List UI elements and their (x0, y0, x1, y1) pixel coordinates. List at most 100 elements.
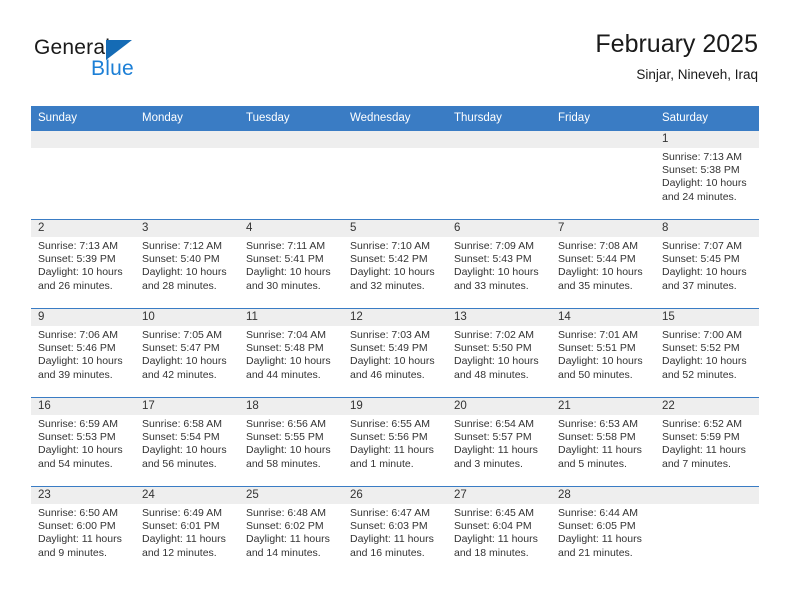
sun-times-line: Daylight: 10 hours (558, 355, 643, 368)
calendar-empty-cell (655, 486, 759, 575)
calendar-week-row: 1 Sunrise: 7:13 AM Sunset: 5:38 PM Daylight… (31, 130, 759, 220)
sun-times-line: Sunset: 5:40 PM (142, 253, 220, 266)
calendar-day-cell[interactable]: 21 Sunrise: 6:53 AM Sunset: 5:58 PM Dayligh… (551, 397, 655, 487)
calendar-day-cell[interactable]: 3 Sunrise: 7:12 AM Sunset: 5:40 PM Daylight… (135, 219, 239, 309)
calendar-day-cell[interactable]: 28 Sunrise: 6:44 AM Sunset: 6:05 PM Dayligh… (551, 486, 655, 575)
day-cell-inner: 25 Sunrise: 6:48 AM Sunset: 6:02 PM Dayligh… (239, 487, 343, 575)
calendar-day-cell[interactable]: 17 Sunrise: 6:58 AM Sunset: 5:54 PM Dayligh… (135, 397, 239, 487)
sun-times-block (447, 148, 551, 151)
day-number (655, 487, 759, 504)
calendar-day-cell[interactable]: 10 Sunrise: 7:05 AM Sunset: 5:47 PM Dayligh… (135, 308, 239, 398)
sun-times-block: Sunrise: 6:54 AM Sunset: 5:57 PM Daylight:… (447, 415, 551, 471)
sun-times-line: Sunset: 5:51 PM (558, 342, 636, 355)
sun-times-line: Sunrise: 6:48 AM (246, 507, 326, 519)
sun-times-line: Sunrise: 7:06 AM (38, 329, 118, 341)
calendar-day-cell[interactable]: 27 Sunrise: 6:45 AM Sunset: 6:04 PM Dayligh… (447, 486, 551, 575)
calendar-day-cell[interactable]: 15 Sunrise: 7:00 AM Sunset: 5:52 PM Dayligh… (655, 308, 759, 398)
calendar-empty-cell (135, 130, 239, 220)
sun-times-line: Sunset: 5:50 PM (454, 342, 532, 355)
sun-times-line: Sunrise: 7:13 AM (662, 151, 742, 163)
sun-times-line: Sunrise: 7:07 AM (662, 240, 742, 252)
weekday-header-friday: Friday (551, 106, 655, 131)
calendar-day-cell[interactable]: 6 Sunrise: 7:09 AM Sunset: 5:43 PM Daylight… (447, 219, 551, 309)
sun-times-line: Sunrise: 6:44 AM (558, 507, 638, 519)
day-cell-inner (239, 131, 343, 219)
sun-times-line: Sunset: 5:47 PM (142, 342, 220, 355)
calendar-day-cell[interactable]: 13 Sunrise: 7:02 AM Sunset: 5:50 PM Dayligh… (447, 308, 551, 398)
sun-times-line: Sunrise: 7:02 AM (454, 329, 534, 341)
sun-times-block: Sunrise: 7:09 AM Sunset: 5:43 PM Daylight:… (447, 237, 551, 293)
calendar-day-cell[interactable]: 26 Sunrise: 6:47 AM Sunset: 6:03 PM Dayligh… (343, 486, 447, 575)
weekday-header-saturday: Saturday (655, 106, 759, 131)
sun-times-block: Sunrise: 7:03 AM Sunset: 5:49 PM Daylight:… (343, 326, 447, 382)
day-cell-inner: 2 Sunrise: 7:13 AM Sunset: 5:39 PM Daylight… (31, 220, 135, 308)
calendar-week-row: 9 Sunrise: 7:06 AM Sunset: 5:46 PM Daylight… (31, 308, 759, 398)
day-number: 26 (343, 487, 447, 504)
day-number: 15 (655, 309, 759, 326)
day-number: 27 (447, 487, 551, 504)
sun-times-line: Sunrise: 6:56 AM (246, 418, 326, 430)
sun-times-line: Sunset: 5:41 PM (246, 253, 324, 266)
calendar-day-cell[interactable]: 24 Sunrise: 6:49 AM Sunset: 6:01 PM Dayligh… (135, 486, 239, 575)
day-cell-inner: 1 Sunrise: 7:13 AM Sunset: 5:38 PM Daylight… (655, 131, 759, 219)
day-number: 5 (343, 220, 447, 237)
calendar-day-cell[interactable]: 18 Sunrise: 6:56 AM Sunset: 5:55 PM Dayligh… (239, 397, 343, 487)
day-number: 23 (31, 487, 135, 504)
day-cell-inner: 23 Sunrise: 6:50 AM Sunset: 6:00 PM Dayligh… (31, 487, 135, 575)
day-number: 2 (31, 220, 135, 237)
weekday-header-tuesday: Tuesday (239, 106, 343, 131)
calendar-empty-cell (447, 130, 551, 220)
sun-times-line: and 5 minutes. (558, 457, 627, 470)
sun-times-block: Sunrise: 7:07 AM Sunset: 5:45 PM Daylight:… (655, 237, 759, 293)
sun-times-block: Sunrise: 6:52 AM Sunset: 5:59 PM Daylight:… (655, 415, 759, 471)
sun-times-line: Sunrise: 7:03 AM (350, 329, 430, 341)
calendar-day-cell[interactable]: 14 Sunrise: 7:01 AM Sunset: 5:51 PM Dayligh… (551, 308, 655, 398)
sun-times-line: Daylight: 11 hours (558, 533, 642, 546)
day-number: 4 (239, 220, 343, 237)
calendar-day-cell[interactable]: 1 Sunrise: 7:13 AM Sunset: 5:38 PM Daylight… (655, 130, 759, 220)
sun-times-line: Daylight: 11 hours (662, 444, 746, 457)
calendar-day-cell[interactable]: 8 Sunrise: 7:07 AM Sunset: 5:45 PM Daylight… (655, 219, 759, 309)
sun-times-line: Sunrise: 6:52 AM (662, 418, 742, 430)
sun-times-line: Daylight: 10 hours (350, 355, 435, 368)
calendar-day-cell[interactable]: 11 Sunrise: 7:04 AM Sunset: 5:48 PM Dayligh… (239, 308, 343, 398)
day-cell-inner: 22 Sunrise: 6:52 AM Sunset: 5:59 PM Dayligh… (655, 398, 759, 486)
title-block: February 2025 Sinjar, Nineveh, Iraq (595, 28, 758, 85)
calendar-day-cell[interactable]: 12 Sunrise: 7:03 AM Sunset: 5:49 PM Dayligh… (343, 308, 447, 398)
calendar-day-cell[interactable]: 7 Sunrise: 7:08 AM Sunset: 5:44 PM Daylight… (551, 219, 655, 309)
sun-times-line: and 37 minutes. (662, 279, 737, 292)
sun-times-line: Sunrise: 7:08 AM (558, 240, 638, 252)
day-number: 3 (135, 220, 239, 237)
calendar-day-cell[interactable]: 22 Sunrise: 6:52 AM Sunset: 5:59 PM Dayligh… (655, 397, 759, 487)
day-number: 22 (655, 398, 759, 415)
calendar-day-cell[interactable]: 4 Sunrise: 7:11 AM Sunset: 5:41 PM Daylight… (239, 219, 343, 309)
calendar-week-row: 2 Sunrise: 7:13 AM Sunset: 5:39 PM Daylight… (31, 219, 759, 309)
sun-times-block: Sunrise: 7:00 AM Sunset: 5:52 PM Daylight:… (655, 326, 759, 382)
calendar-day-cell[interactable]: 9 Sunrise: 7:06 AM Sunset: 5:46 PM Daylight… (31, 308, 135, 398)
day-cell-inner (135, 131, 239, 219)
sun-times-line: Sunrise: 6:50 AM (38, 507, 118, 519)
calendar-day-cell[interactable]: 20 Sunrise: 6:54 AM Sunset: 5:57 PM Dayligh… (447, 397, 551, 487)
sun-times-line: and 44 minutes. (246, 368, 321, 381)
sun-times-line: Daylight: 10 hours (38, 355, 123, 368)
sun-times-line: and 28 minutes. (142, 279, 217, 292)
sun-times-block: Sunrise: 7:01 AM Sunset: 5:51 PM Daylight:… (551, 326, 655, 382)
calendar-day-cell[interactable]: 25 Sunrise: 6:48 AM Sunset: 6:02 PM Dayligh… (239, 486, 343, 575)
sun-times-line: and 54 minutes. (38, 457, 113, 470)
sun-times-line: Sunset: 5:53 PM (38, 431, 116, 444)
sun-times-line: Sunset: 5:52 PM (662, 342, 740, 355)
calendar-day-cell[interactable]: 16 Sunrise: 6:59 AM Sunset: 5:53 PM Dayligh… (31, 397, 135, 487)
sun-times-line: Daylight: 10 hours (454, 266, 539, 279)
sun-times-line: Sunrise: 6:59 AM (38, 418, 118, 430)
day-cell-inner: 19 Sunrise: 6:55 AM Sunset: 5:56 PM Dayligh… (343, 398, 447, 486)
calendar-day-cell[interactable]: 19 Sunrise: 6:55 AM Sunset: 5:56 PM Dayligh… (343, 397, 447, 487)
calendar-day-cell[interactable]: 5 Sunrise: 7:10 AM Sunset: 5:42 PM Daylight… (343, 219, 447, 309)
sun-times-line: and 39 minutes. (38, 368, 113, 381)
calendar-day-cell[interactable]: 2 Sunrise: 7:13 AM Sunset: 5:39 PM Daylight… (31, 219, 135, 309)
calendar-day-cell[interactable]: 23 Sunrise: 6:50 AM Sunset: 6:00 PM Dayligh… (31, 486, 135, 575)
sun-times-line: and 26 minutes. (38, 279, 113, 292)
sun-times-line: Sunset: 6:01 PM (142, 520, 220, 533)
sun-times-line: Sunset: 5:43 PM (454, 253, 532, 266)
sun-times-line: Sunrise: 7:09 AM (454, 240, 534, 252)
sun-times-line: and 50 minutes. (558, 368, 633, 381)
